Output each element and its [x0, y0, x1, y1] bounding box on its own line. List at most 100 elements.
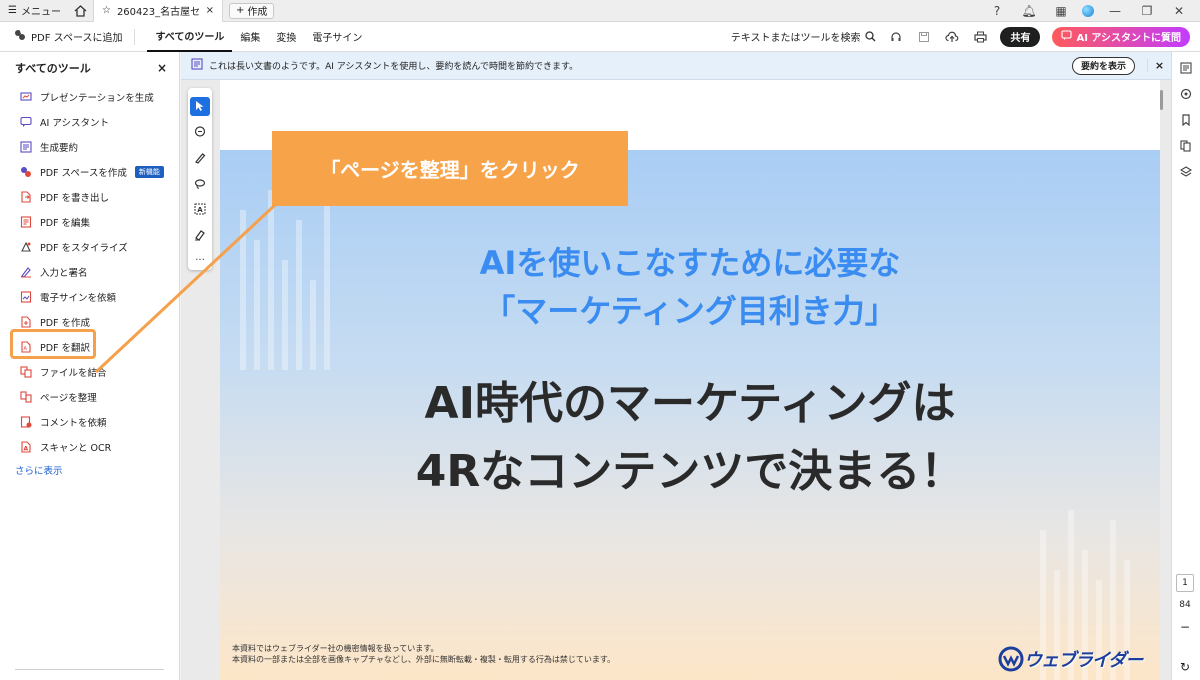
- new-tab-label: 作成: [247, 7, 268, 18]
- sidebar-item-label: ファイルを結合: [40, 367, 107, 379]
- logo-mark-icon: [998, 646, 1024, 672]
- home-icon[interactable]: [69, 0, 93, 22]
- comment-request-icon: [20, 415, 32, 428]
- sidebar-item-translate-pdf[interactable]: A PDF を翻訳: [0, 334, 179, 359]
- sidebar-close-icon[interactable]: ×: [157, 61, 167, 75]
- share-button[interactable]: 共有: [1000, 26, 1041, 47]
- sidebar-item-ai-assistant[interactable]: AI アシスタント: [0, 109, 179, 134]
- sidebar-item-label: コメントを依頼: [40, 417, 107, 429]
- tab-convert[interactable]: 変換: [268, 22, 304, 52]
- sidebar-item-label: PDF をスタイライズ: [40, 242, 128, 254]
- document-tab[interactable]: ☆ 260423_名古屋セミナ... ×: [92, 0, 223, 22]
- sidebar-item-create-pdf-space[interactable]: PDF スペースを作成 新機能: [0, 159, 179, 184]
- select-tool-button[interactable]: [190, 97, 210, 116]
- tab-e-sign[interactable]: 電子サイン: [304, 22, 370, 52]
- sidebar-item-fill-and-sign[interactable]: 入力と署名: [0, 259, 179, 284]
- sidebar-item-request-e-sign[interactable]: 電子サインを依頼: [0, 284, 179, 309]
- scrollbar-thumb[interactable]: [1160, 90, 1163, 110]
- ai-assistant-button[interactable]: AI アシスタントに質問: [1052, 26, 1190, 47]
- close-window-icon[interactable]: ✕: [1168, 4, 1190, 18]
- search-placeholder: テキストまたはツールを検索: [730, 33, 861, 44]
- menu-button[interactable]: ☰ メニュー: [0, 0, 69, 22]
- tab-title: 260423_名古屋セミナ...: [116, 7, 200, 18]
- sign-icon: [20, 266, 32, 278]
- ai-chat-icon: [1061, 29, 1073, 44]
- fill-sign-icon: [195, 230, 205, 241]
- rotate-icon[interactable]: ↻: [1176, 660, 1194, 674]
- draw-tool-button[interactable]: [190, 174, 210, 193]
- new-tab-button[interactable]: + 作成: [228, 2, 275, 19]
- sidebar-item-create-pdf[interactable]: PDF を作成: [0, 309, 179, 334]
- headphones-icon[interactable]: [888, 29, 904, 45]
- tab-edit[interactable]: 編集: [232, 22, 268, 52]
- save-icon[interactable]: [916, 29, 932, 45]
- zoom-out-icon[interactable]: −: [1176, 620, 1194, 634]
- slide-title-line-2: 4Rなコンテンツで決まる！: [415, 446, 965, 497]
- highlight-tool-button[interactable]: [190, 148, 210, 167]
- sidebar-item-label: 電子サインを依頼: [40, 292, 117, 304]
- sidebar-item-generative-summary[interactable]: 生成要約: [0, 134, 179, 159]
- slide-title-line-1: AI時代のマーケティングは: [424, 378, 956, 429]
- search-icon: [865, 31, 876, 42]
- tool-list: プレゼンテーションを生成 AI アシスタント 生成要約 PDF スペースを作成 …: [0, 84, 179, 459]
- combine-icon: [20, 365, 32, 378]
- scan-ocr-icon: A: [20, 440, 32, 453]
- sidebar-item-label: PDF を作成: [40, 317, 91, 329]
- pdf-space-icon: [14, 29, 26, 44]
- current-page-input[interactable]: 1: [1176, 574, 1194, 592]
- add-to-pdf-space-button[interactable]: PDF スペースに追加: [0, 28, 136, 45]
- sidebar-item-organize-pages[interactable]: ページを整理: [0, 384, 179, 409]
- comment-icon: [194, 126, 206, 137]
- layers-icon[interactable]: [1178, 164, 1194, 180]
- ai-panel-icon[interactable]: [1178, 60, 1194, 76]
- sidebar-item-scan-ocr[interactable]: A スキャンと OCR: [0, 434, 179, 459]
- tab-all-tools[interactable]: すべてのツール: [147, 22, 233, 52]
- banner-close-icon[interactable]: ×: [1147, 59, 1171, 72]
- request-sign-icon: [20, 290, 32, 303]
- sidebar-item-label: スキャンと OCR: [40, 442, 112, 454]
- company-logo: ウェブライダー: [998, 644, 1158, 674]
- show-more-link[interactable]: さらに表示: [0, 463, 179, 477]
- sidebar-item-combine-files[interactable]: ファイルを結合: [0, 359, 179, 384]
- star-icon[interactable]: ☆: [102, 5, 111, 16]
- sidebar-item-request-comments[interactable]: コメントを依頼: [0, 409, 179, 434]
- avatar[interactable]: [1082, 4, 1094, 17]
- print-icon[interactable]: [972, 29, 988, 45]
- restore-icon[interactable]: ❐: [1136, 4, 1158, 18]
- chat-icon[interactable]: [1178, 86, 1194, 102]
- close-tab-icon[interactable]: ×: [206, 5, 214, 16]
- translate-icon: A: [20, 340, 32, 353]
- logo-text: ウェブライダー: [1024, 650, 1143, 671]
- text-box-icon: A: [194, 203, 206, 215]
- pages-thumbnail-icon[interactable]: [1178, 138, 1194, 154]
- main-toolbar: PDF スペースに追加 すべてのツール 編集 変換 電子サイン テキストまたはツ…: [0, 22, 1200, 52]
- plus-icon: +: [235, 5, 245, 16]
- bookmark-icon[interactable]: [1178, 112, 1194, 128]
- text-tool-button[interactable]: A: [190, 200, 210, 219]
- confidential-note-1: 本資料ではウェブライダー社の機密情報を扱っています。: [232, 644, 439, 653]
- tool-search[interactable]: テキストまたはツールを検索: [731, 29, 877, 44]
- minimize-icon[interactable]: —: [1104, 4, 1126, 18]
- export-pdf-icon: [20, 190, 32, 203]
- organize-pages-icon: [20, 390, 32, 403]
- sidebar-item-export-pdf[interactable]: PDF を書き出し: [0, 184, 179, 209]
- bell-icon[interactable]: 🔔︎: [1018, 4, 1040, 18]
- more-tools-icon[interactable]: ···: [190, 251, 210, 270]
- apps-grid-icon[interactable]: ▦: [1050, 4, 1072, 18]
- sidebar-item-edit-pdf[interactable]: PDF を編集: [0, 209, 179, 234]
- menu-label: メニュー: [20, 7, 61, 18]
- sidebar-item-label: AI アシスタント: [40, 117, 109, 129]
- sidebar-item-generate-presentation[interactable]: プレゼンテーションを生成: [0, 84, 179, 109]
- cloud-upload-icon[interactable]: [944, 29, 960, 45]
- instruction-callout: 「ページを整理」をクリック: [272, 131, 628, 206]
- sidebar-item-stylize-pdf[interactable]: PDF をスタイライズ: [0, 234, 179, 259]
- total-pages: 84: [1179, 600, 1191, 610]
- help-icon[interactable]: ?: [986, 4, 1008, 18]
- presentation-icon: [20, 91, 32, 103]
- edit-pdf-icon: [20, 215, 32, 228]
- pdf-space-icon: [20, 166, 32, 178]
- comment-tool-button[interactable]: [190, 123, 210, 142]
- sidebar-item-label: PDF を編集: [40, 217, 91, 229]
- sign-tool-button[interactable]: [190, 226, 210, 245]
- show-summary-button[interactable]: 要約を表示: [1071, 56, 1135, 75]
